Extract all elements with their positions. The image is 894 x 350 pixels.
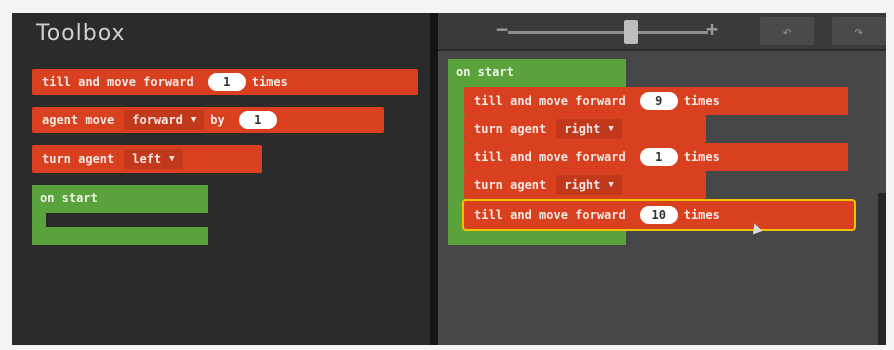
on-start-slot — [46, 213, 208, 227]
toolbox-turn-agent-block[interactable]: turn agent left ▼ — [32, 145, 262, 173]
times-value-input[interactable]: 1 — [639, 148, 678, 166]
on-start-label: on start — [40, 191, 98, 205]
block-label: turn agent — [474, 122, 547, 136]
workspace-turn-agent-block-1[interactable]: turn agent right ▼ — [464, 115, 706, 143]
chevron-down-icon: ▼ — [608, 180, 614, 190]
zoom-in-button[interactable]: + — [706, 17, 718, 41]
panel-divider — [430, 13, 438, 345]
toolbox-till-move-block[interactable]: till and move forward 1 times — [32, 69, 418, 95]
undo-icon: ↶ — [782, 21, 792, 41]
on-start-label: on start — [456, 65, 514, 79]
zoom-out-button[interactable]: − — [496, 17, 508, 41]
redo-button[interactable]: ↷ — [832, 17, 886, 45]
workspace-till-move-block-1[interactable]: till and move forward 9 times — [464, 87, 848, 115]
chevron-down-icon: ▼ — [190, 115, 197, 125]
toolbox-title: Toolbox — [36, 21, 126, 46]
distance-value-input[interactable]: 1 — [238, 111, 277, 129]
block-label: till and move forward — [42, 75, 194, 89]
block-suffix: times — [683, 94, 720, 108]
block-label: till and move forward — [474, 94, 626, 108]
dropdown-value: left — [132, 152, 162, 166]
makecode-editor: Toolbox till and move forward 1 times ag… — [12, 13, 886, 345]
dropdown-value: right — [564, 122, 601, 136]
times-value-input[interactable]: 1 — [207, 73, 246, 91]
direction-dropdown[interactable]: forward ▼ — [124, 110, 205, 130]
undo-button[interactable]: ↶ — [760, 17, 814, 45]
workspace-till-move-block-2[interactable]: till and move forward 1 times — [464, 143, 848, 171]
turn-dropdown[interactable]: right ▼ — [556, 119, 622, 139]
zoom-slider-track[interactable] — [508, 31, 708, 34]
block-suffix: times — [683, 208, 720, 222]
chevron-down-icon: ▼ — [169, 154, 175, 164]
dropdown-value: forward — [132, 113, 183, 127]
block-suffix: times — [683, 150, 720, 164]
workspace-turn-agent-block-2[interactable]: turn agent right ▼ — [464, 171, 706, 199]
workspace-scrollbar[interactable] — [878, 193, 886, 345]
block-label: till and move forward — [474, 150, 626, 164]
block-label: till and move forward — [474, 208, 626, 222]
times-value-input[interactable]: 10 — [639, 206, 678, 224]
block-by-label: by — [210, 113, 225, 127]
toolbox-agent-move-block[interactable]: agent move forward ▼ by 1 — [32, 107, 384, 133]
workspace-toolbar: − + ↶ ↷ — [438, 13, 886, 51]
dropdown-value: right — [564, 178, 601, 192]
redo-icon: ↷ — [854, 21, 864, 41]
block-label: turn agent — [42, 152, 115, 166]
block-label: agent move — [42, 113, 115, 127]
workspace-panel: − + ↶ ↷ on start till and move forward 9… — [438, 13, 886, 345]
block-label: turn agent — [474, 178, 547, 192]
block-suffix: times — [251, 75, 288, 89]
chevron-down-icon: ▼ — [608, 124, 614, 134]
toolbox-panel: Toolbox till and move forward 1 times ag… — [12, 13, 430, 345]
times-value-input[interactable]: 9 — [639, 92, 678, 110]
workspace-till-move-block-selected[interactable]: till and move forward 10 times — [462, 199, 856, 231]
zoom-slider-thumb[interactable] — [624, 20, 638, 44]
turn-dropdown[interactable]: left ▼ — [124, 149, 183, 169]
turn-dropdown[interactable]: right ▼ — [556, 175, 622, 195]
